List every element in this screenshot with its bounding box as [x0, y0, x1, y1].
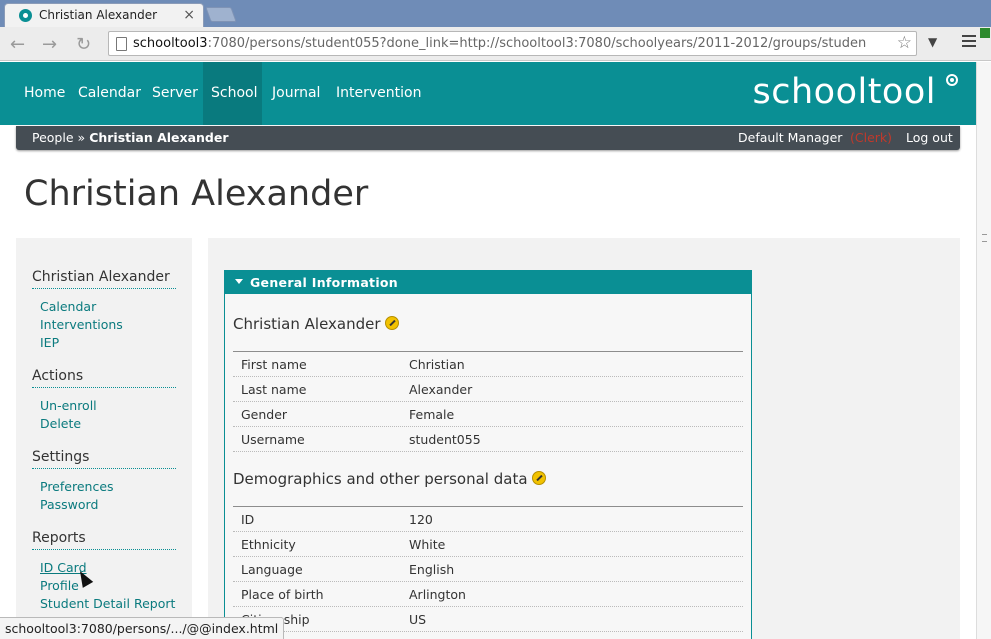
nav-school[interactable]: School [203, 62, 262, 125]
breadcrumb-bar: People» Christian Alexander Default Manag… [16, 126, 960, 150]
page-viewport: Home Calendar Server School Journal Inte… [0, 62, 976, 639]
browser-toolbar: ← → ↻ schooltool3:7080/persons/student05… [0, 27, 991, 61]
sidebar-section-reports: Reports [32, 530, 176, 550]
sidebar-section-actions: Actions [32, 368, 176, 388]
table-row: Language English [233, 557, 743, 582]
page-title: Christian Alexander [24, 174, 369, 214]
demographics-table: ID 120 Ethnicity White Language English Pla… [233, 506, 743, 632]
browser-tabstrip: Christian Alexander × [0, 0, 991, 27]
nav-intervention[interactable]: Intervention [328, 62, 429, 125]
back-icon[interactable]: ← [10, 34, 25, 55]
schooltool-logo[interactable]: schooltool [753, 72, 937, 112]
nav-journal[interactable]: Journal [264, 62, 328, 125]
edit-pencil-icon[interactable] [531, 470, 546, 485]
address-bar[interactable]: schooltool3:7080/persons/student055?done… [108, 31, 917, 56]
browser-menu-icon[interactable] [962, 33, 976, 47]
table-row: Place of birth Arlington [233, 582, 743, 607]
breadcrumb: People» Christian Alexander [32, 130, 229, 145]
schooltool-favicon-icon [19, 9, 32, 22]
browser-tab[interactable]: Christian Alexander × [4, 3, 204, 27]
person-section-title: Christian Alexander [233, 315, 399, 333]
table-row: First name Christian [233, 352, 743, 377]
sidebar-section-settings: Settings [32, 449, 176, 469]
url-text[interactable]: schooltool3:7080/persons/student055?done… [133, 36, 893, 51]
tab-title: Christian Alexander [39, 8, 158, 22]
scrollbar-grip[interactable] [982, 234, 987, 242]
table-row: Username student055 [233, 427, 743, 452]
panel-title: General Information [250, 275, 398, 290]
collapse-triangle-icon[interactable] [235, 279, 243, 284]
forward-icon[interactable]: → [42, 34, 57, 55]
chevron-down-icon[interactable]: ▼ [928, 35, 937, 49]
main-content: General Information Christian Alexander … [208, 238, 960, 639]
nav-home[interactable]: Home [16, 62, 73, 125]
current-user-link[interactable]: Default Manager [738, 130, 842, 145]
reload-icon[interactable]: ↻ [76, 34, 91, 55]
bookmark-star-icon[interactable]: ☆ [897, 33, 912, 53]
status-bar: schooltool3:7080/persons/.../@@index.htm… [0, 617, 285, 639]
table-row: Ethnicity White [233, 532, 743, 557]
sidebar-link-student-detail-report[interactable]: Student Detail Report [40, 596, 175, 611]
table-row: Last name Alexander [233, 377, 743, 402]
sidebar-link-interventions[interactable]: Interventions [40, 317, 123, 332]
page-icon [116, 37, 127, 51]
vertical-scrollbar[interactable] [976, 28, 991, 639]
nav-calendar[interactable]: Calendar [70, 62, 149, 125]
sidebar-section-person: Christian Alexander [32, 269, 176, 289]
sidebar: Christian Alexander Calendar Interventio… [16, 238, 192, 639]
sidebar-link-password[interactable]: Password [40, 497, 98, 512]
breadcrumb-separator: » [77, 130, 86, 145]
sidebar-link-iep[interactable]: IEP [40, 335, 59, 350]
person-table: First name Christian Last name Alexander G… [233, 351, 743, 452]
edit-pencil-icon[interactable] [384, 315, 399, 330]
extension-plus-icon[interactable] [980, 28, 990, 38]
panel-header[interactable]: General Information [225, 271, 751, 294]
logo-mark-icon [946, 74, 958, 86]
breadcrumb-current: Christian Alexander [89, 130, 229, 145]
table-row: CitizenshipUS [233, 607, 743, 632]
sidebar-link-unenroll[interactable]: Un-enroll [40, 398, 97, 413]
logout-link[interactable]: Log out [906, 130, 953, 145]
user-role-badge: (Clerk) [850, 130, 893, 145]
general-information-panel: General Information Christian Alexander … [224, 270, 752, 639]
close-tab-icon[interactable]: × [183, 7, 195, 23]
sidebar-link-delete[interactable]: Delete [40, 416, 81, 431]
sidebar-link-profile[interactable]: Profile [40, 578, 79, 593]
new-tab-button[interactable] [205, 7, 237, 22]
table-row: ID 120 [233, 507, 743, 532]
breadcrumb-people[interactable]: People [32, 130, 74, 145]
table-row: Gender Female [233, 402, 743, 427]
sidebar-link-preferences[interactable]: Preferences [40, 479, 114, 494]
sidebar-link-calendar[interactable]: Calendar [40, 299, 96, 314]
demographics-section-title: Demographics and other personal data [233, 470, 546, 488]
nav-server[interactable]: Server [144, 62, 206, 125]
top-navigation: Home Calendar Server School Journal Inte… [0, 62, 976, 125]
